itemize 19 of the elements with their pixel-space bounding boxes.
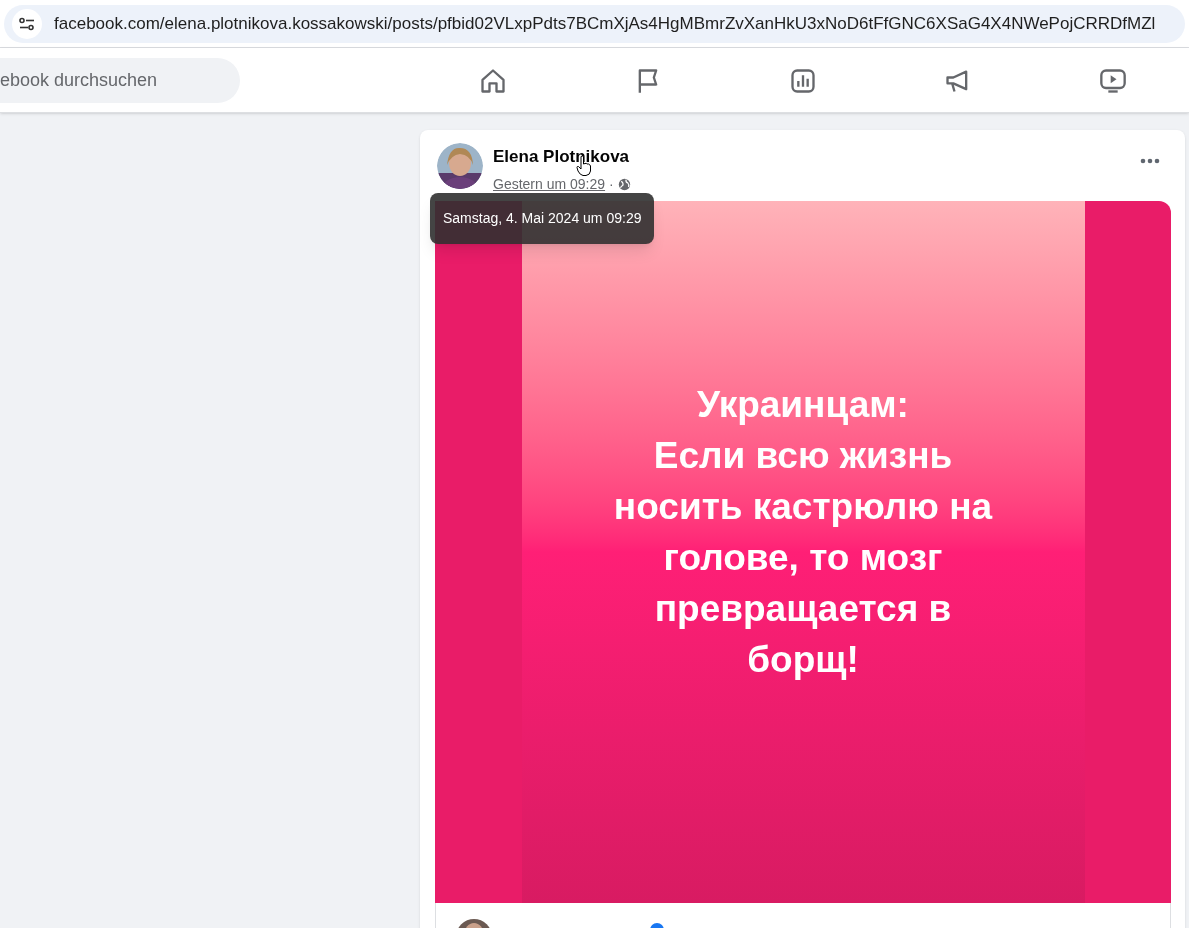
globe-icon — [617, 177, 631, 191]
separator-dot: · — [609, 174, 614, 194]
image-caption-line: Украинцам: — [697, 383, 909, 427]
image-caption-line: носить кастрюлю на — [613, 485, 993, 529]
date-tooltip: Samstag, 4. Mai 2024 um 09:29 — [430, 193, 655, 244]
more-options-icon[interactable] — [1140, 158, 1160, 164]
image-caption-line: борщ! — [747, 638, 859, 682]
address-bar[interactable]: facebook.com/elena.plotnikova.kossakowski/posts/pfbid02VLxpPdts7BCmXjAs4HgMBmrZvXanHkU3xNoD6tFfGNC6XSaG4X4NWePojCRRDfMZl — [4, 4, 1185, 43]
video-icon — [1098, 66, 1127, 95]
post-time-link[interactable]: Gestern um 09:29 — [493, 173, 606, 195]
author-name[interactable]: Elena Plotnikova — [493, 144, 631, 170]
image-caption-line: голове, то мозг — [663, 536, 943, 580]
home-icon — [478, 66, 507, 95]
image-caption-line: превращается в — [654, 587, 952, 631]
bar-chart-icon — [788, 66, 817, 95]
site-settings-icon[interactable] — [18, 16, 36, 31]
image-caption-line: Если всю жизнь — [653, 434, 953, 478]
search-field[interactable]: ebook durchsuchen — [0, 58, 240, 103]
url-text: facebook.com/elena.plotnikova.kossakowski/posts/pfbid02VLxpPdts7BCmXjAs4HgMBmrZvXanHkU3xNoD6tFfGNC6XSaG4X4NWePojCRRDfMZl — [54, 12, 1156, 35]
